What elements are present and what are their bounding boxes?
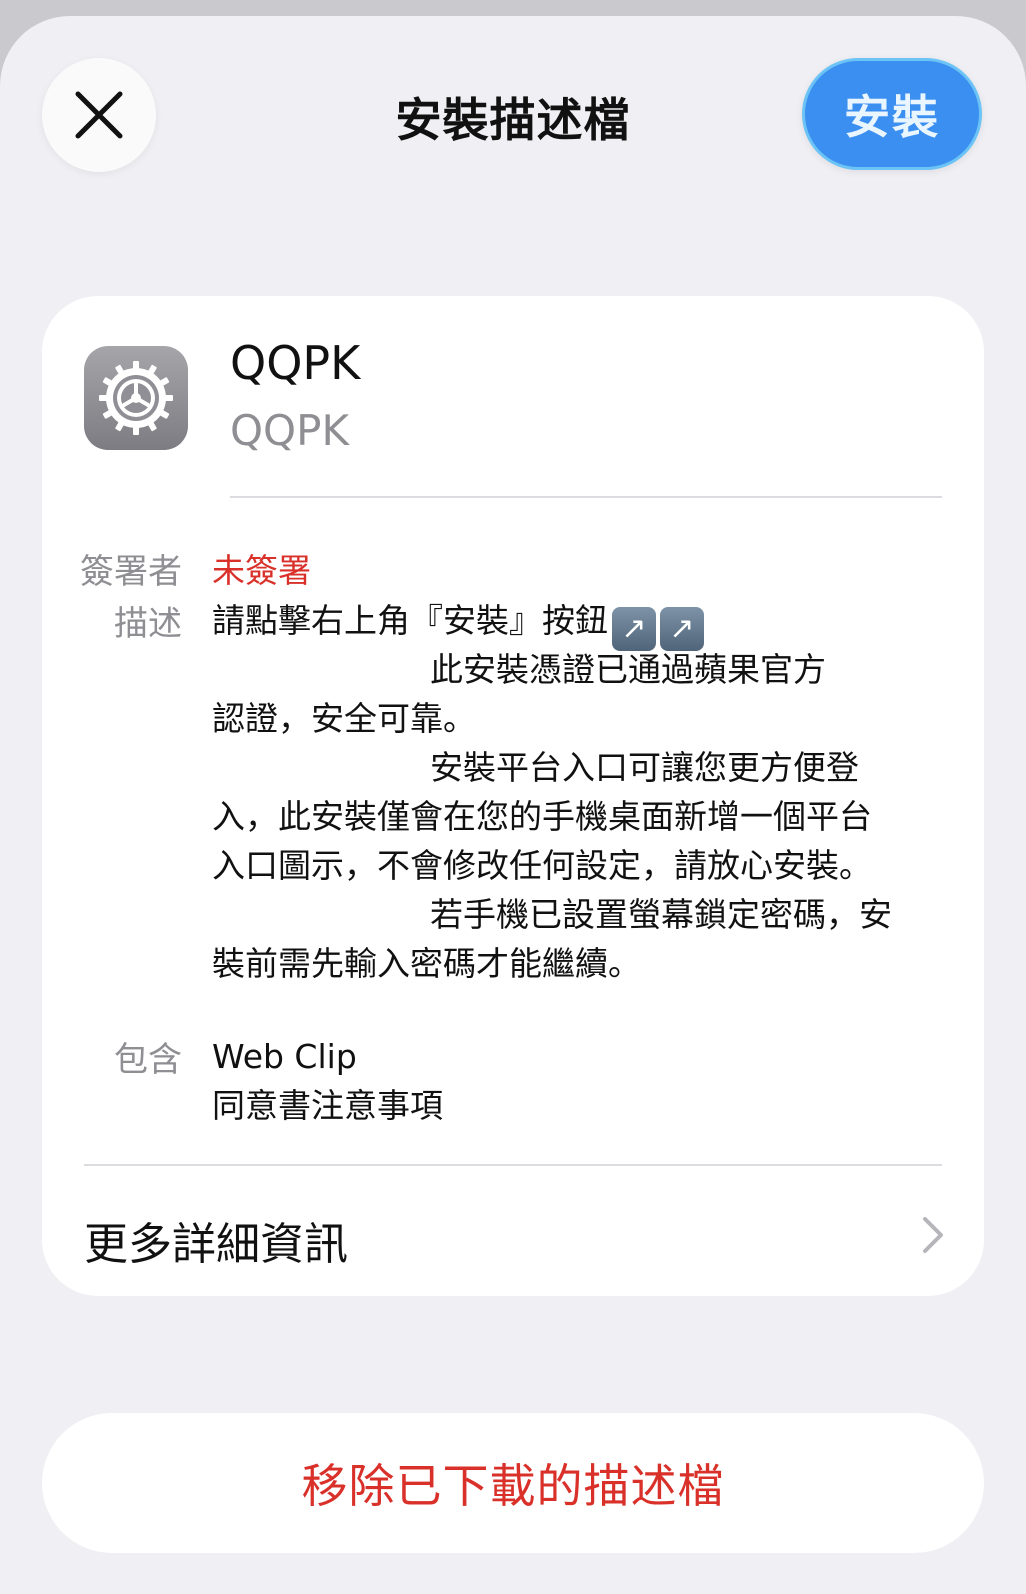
contains-label: 包含: [114, 1040, 182, 1080]
description-line: 安裝平台入口可讓您更方便登: [430, 748, 859, 787]
profile-card: QQPK QQPK 簽署者 未簽署 描述 請點擊右上角『安裝』按鈕 ↗ ↗ 此安裝憑…: [42, 296, 984, 1296]
description-label: 描述: [114, 604, 182, 644]
divider: [230, 496, 942, 498]
description-line: 請點擊右上角『安裝』按鈕 ↗ ↗: [212, 596, 942, 651]
description-line: 此安裝憑證已通過蘋果官方: [430, 650, 826, 689]
install-button[interactable]: 安裝: [802, 58, 982, 170]
description-line: 入口圖示，不會修改任何設定，請放心安裝。: [212, 846, 872, 885]
chevron-right-icon: [923, 1217, 943, 1253]
contains-item: 同意書注意事項: [212, 1086, 443, 1125]
more-details-label: 更多詳細資訊: [84, 1219, 348, 1270]
profile-name: QQPK: [230, 336, 361, 390]
description-line-text: 請點擊右上角『安裝』按鈕: [212, 601, 608, 640]
signer-value: 未簽署: [212, 551, 311, 590]
description-text: 請點擊右上角『安裝』按鈕 ↗ ↗ 此安裝憑證已通過蘋果官方 認證，安全可靠。 安裝平…: [212, 596, 942, 988]
install-profile-sheet: 安裝描述檔 安裝 QQPK QQPK 簽署者 未簽署 描述 請點擊右上角『安裝』…: [0, 16, 1026, 1594]
description-line: 裝前需先輸入密碼才能繼續。: [212, 944, 641, 983]
description-line: 若手機已設置螢幕鎖定密碼，安: [430, 895, 892, 934]
description-line: 入，此安裝僅會在您的手機桌面新增一個平台: [212, 797, 872, 836]
contains-item: Web Clip: [212, 1037, 357, 1076]
contains-list: Web Clip 同意書注意事項: [212, 1032, 443, 1130]
profile-subtitle: QQPK: [230, 406, 349, 455]
more-details-row[interactable]: 更多詳細資訊: [42, 1166, 984, 1296]
settings-gear-icon: [84, 346, 188, 450]
description-line: 認證，安全可靠。: [212, 699, 476, 738]
remove-profile-button[interactable]: 移除已下載的描述檔: [42, 1413, 984, 1553]
signer-label: 簽署者: [80, 552, 182, 592]
